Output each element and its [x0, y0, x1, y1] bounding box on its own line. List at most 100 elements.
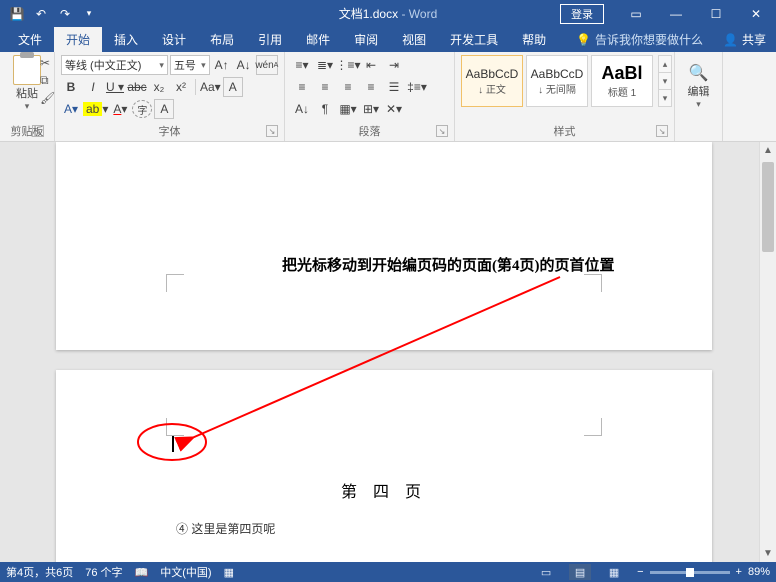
clipboard-launcher-icon[interactable]: ↘ — [32, 125, 44, 137]
strikethrough-button[interactable]: abc — [127, 77, 147, 97]
copy-icon[interactable]: ⧉ — [40, 73, 55, 88]
redo-icon[interactable]: ↷ — [54, 3, 76, 25]
zoom-slider[interactable] — [650, 571, 730, 574]
italic-button[interactable]: I — [83, 77, 103, 97]
page-count[interactable]: 第4页，共6页 — [6, 564, 73, 580]
page-3[interactable] — [56, 142, 712, 350]
style-sample: AaBbCcD — [531, 67, 584, 81]
style-heading1[interactable]: AaBl 标题 1 — [591, 55, 653, 107]
zoom-level[interactable]: 89% — [748, 566, 770, 578]
margin-corner — [166, 274, 184, 292]
numbering-button[interactable]: ≣▾ — [314, 55, 336, 75]
tab-insert[interactable]: 插入 — [102, 27, 150, 52]
scroll-thumb[interactable] — [762, 162, 774, 252]
tab-developer[interactable]: 开发工具 — [438, 27, 510, 52]
font-launcher-icon[interactable]: ↘ — [266, 125, 278, 137]
bold-button[interactable]: B — [61, 77, 81, 97]
cut-icon[interactable]: ✂ — [40, 56, 55, 70]
font-family-value: 等线 (中文正文) — [65, 57, 141, 73]
asian-layout-button[interactable]: ✕▾ — [383, 99, 405, 119]
undo-icon[interactable]: ↶ — [30, 3, 52, 25]
char-shading-button[interactable]: A — [154, 99, 174, 119]
change-case-button[interactable]: Aa▾ — [200, 77, 221, 97]
tab-home[interactable]: 开始 — [54, 27, 102, 52]
find-button[interactable]: 🔍 编辑 ▾ — [688, 55, 710, 110]
read-mode-icon[interactable]: ▭ — [535, 564, 557, 580]
tab-references[interactable]: 引用 — [246, 27, 294, 52]
close-icon[interactable]: ✕ — [736, 0, 776, 27]
tab-layout[interactable]: 布局 — [198, 27, 246, 52]
style-no-spacing[interactable]: AaBbCcD ↓ 无间隔 — [526, 55, 588, 107]
ribbon-options-icon[interactable]: ▭ — [616, 0, 656, 27]
spellcheck-icon[interactable]: 📖 — [135, 566, 149, 579]
minimize-icon[interactable]: — — [656, 0, 696, 27]
shading-button[interactable]: ▦▾ — [337, 99, 359, 119]
styles-launcher-icon[interactable]: ↘ — [656, 125, 668, 137]
bullets-button[interactable]: ≡▾ — [291, 55, 313, 75]
increase-indent-button[interactable]: ⇥ — [383, 55, 405, 75]
tell-me-box[interactable]: 💡 告诉我你想要做什么 — [566, 27, 713, 52]
zoom-out-button[interactable]: − — [637, 566, 643, 578]
format-painter-icon[interactable]: 🖌 — [40, 91, 55, 105]
tab-mailings[interactable]: 邮件 — [294, 27, 342, 52]
tab-view[interactable]: 视图 — [390, 27, 438, 52]
group-clipboard: 粘贴 ▾ ✂ ⧉ 🖌 剪贴板↘ — [0, 52, 55, 141]
tell-me-label: 告诉我你想要做什么 — [595, 31, 703, 48]
grow-font-icon[interactable]: A↑ — [212, 55, 232, 75]
font-family-combo[interactable]: 等线 (中文正文)▾ — [61, 55, 168, 75]
zoom-in-button[interactable]: + — [736, 566, 742, 578]
page-4[interactable]: 第 四 页 ④ 这里是第四页呢 — [56, 370, 712, 562]
text-cursor — [172, 436, 174, 452]
distributed-button[interactable]: ☰ — [383, 77, 405, 97]
app-name: Word — [409, 7, 437, 21]
highlight-button[interactable]: ab▾ — [83, 99, 108, 119]
maximize-icon[interactable]: ☐ — [696, 0, 736, 27]
tab-help[interactable]: 帮助 — [510, 27, 558, 52]
styles-more-button[interactable]: ▴▾▾ — [658, 55, 672, 107]
text-effects-button[interactable]: A▾ — [61, 99, 81, 119]
macro-status-icon[interactable]: ▦ — [224, 566, 234, 579]
char-border-button[interactable]: A — [223, 77, 243, 97]
style-normal[interactable]: AaBbCcD ↓ 正文 — [461, 55, 523, 107]
superscript-button[interactable]: x² — [171, 77, 191, 97]
print-layout-icon[interactable]: ▤ — [569, 564, 591, 580]
subscript-button[interactable]: x₂ — [149, 77, 169, 97]
language-status[interactable]: 中文(中国) — [160, 564, 211, 580]
login-button[interactable]: 登录 — [560, 4, 604, 24]
vertical-scrollbar[interactable]: ▲ ▼ — [759, 142, 776, 562]
tab-file[interactable]: 文件 — [6, 27, 54, 52]
tab-design[interactable]: 设计 — [150, 27, 198, 52]
enclose-char-button[interactable]: 字 — [132, 100, 152, 118]
align-right-button[interactable]: ≡ — [337, 77, 359, 97]
align-center-button[interactable]: ≡ — [314, 77, 336, 97]
styles-gallery[interactable]: AaBbCcD ↓ 正文 AaBbCcD ↓ 无间隔 AaBl 标题 1 — [461, 55, 668, 113]
word-count[interactable]: 76 个字 — [85, 564, 122, 580]
line-spacing-button[interactable]: ‡≡▾ — [406, 77, 428, 97]
save-icon[interactable]: 💾 — [6, 3, 28, 25]
qat-customize-icon[interactable]: ▾ — [78, 3, 100, 25]
font-color-button[interactable]: A▾ — [110, 99, 130, 119]
zoom-knob[interactable] — [686, 568, 694, 577]
decrease-indent-button[interactable]: ⇤ — [360, 55, 382, 75]
group-styles: AaBbCcD ↓ 正文 AaBbCcD ↓ 无间隔 AaBl 标题 1 ▴▾▾… — [455, 52, 675, 141]
shrink-font-icon[interactable]: A↓ — [234, 55, 254, 75]
justify-button[interactable]: ≡ — [360, 77, 382, 97]
scroll-up-icon[interactable]: ▲ — [760, 142, 776, 159]
underline-button[interactable]: U ▾ — [105, 77, 125, 97]
web-layout-icon[interactable]: ▦ — [603, 564, 625, 580]
paragraph-launcher-icon[interactable]: ↘ — [436, 125, 448, 137]
share-button[interactable]: 👤 共享 — [713, 27, 776, 52]
editing-label: 编辑 — [688, 83, 710, 99]
find-icon: 🔍 — [689, 63, 709, 83]
show-marks-button[interactable]: ¶ — [314, 99, 336, 119]
document-workspace[interactable]: 第 四 页 ④ 这里是第四页呢 把光标移动到开始编页码的页面(第4页)的页首位置 — [0, 142, 776, 562]
scroll-down-icon[interactable]: ▼ — [760, 545, 776, 562]
align-left-button[interactable]: ≡ — [291, 77, 313, 97]
multilevel-list-button[interactable]: ⋮≡▾ — [337, 55, 359, 75]
font-size-combo[interactable]: 五号▾ — [170, 55, 210, 75]
phonetic-guide-button[interactable]: wénA — [256, 55, 278, 75]
borders-button[interactable]: ⊞▾ — [360, 99, 382, 119]
sort-button[interactable]: A↓ — [291, 99, 313, 119]
paste-button[interactable]: 粘贴 ▾ — [10, 55, 44, 112]
tab-review[interactable]: 审阅 — [342, 27, 390, 52]
